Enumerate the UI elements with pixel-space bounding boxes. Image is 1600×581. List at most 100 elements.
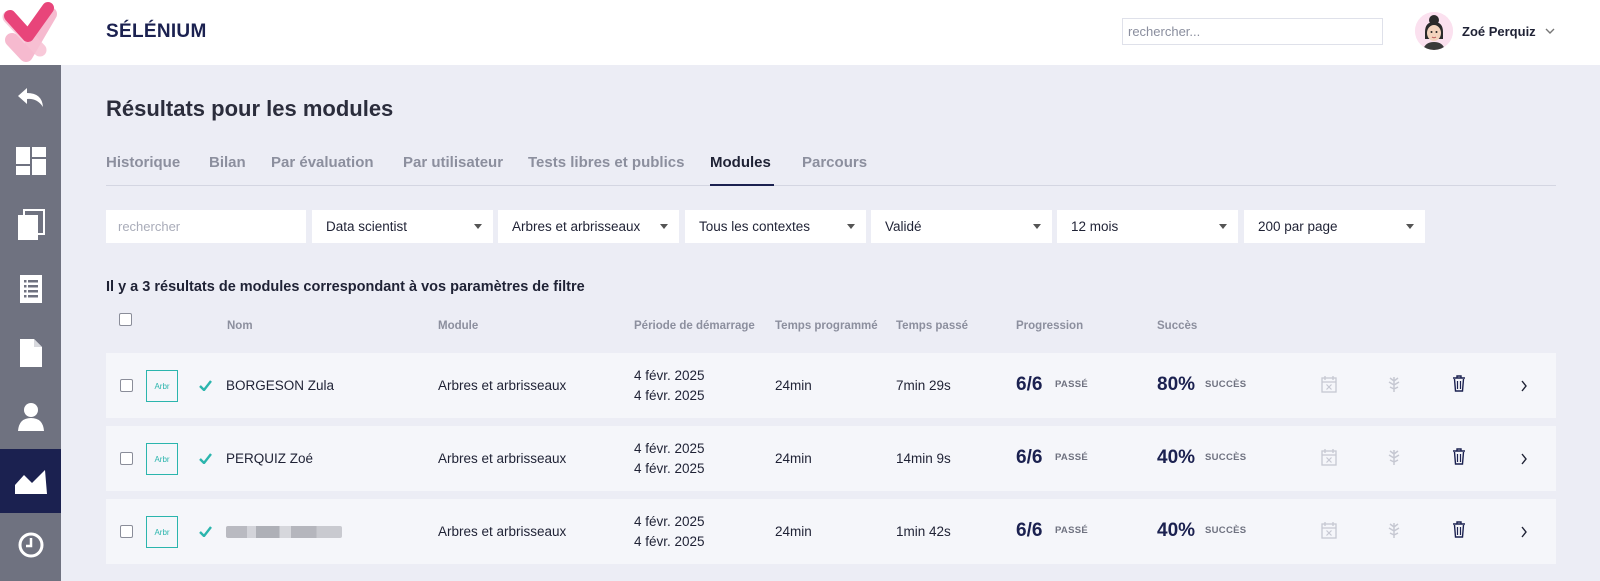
blurred-user-name[interactable] [226,526,342,538]
sidebar-item-history[interactable] [0,513,61,577]
sidebar-item-document[interactable] [0,321,61,385]
list-icon [19,275,42,303]
table-row[interactable]: Arbr PERQUIZ Zoé Arbres et arbrisseaux 4… [106,426,1556,491]
leaf-icon[interactable] [1387,521,1401,539]
progress-status: PASSÉ [1055,379,1089,390]
tab-parcours[interactable]: Parcours [802,151,867,186]
filter-context-select[interactable]: Tous les contextes [685,210,866,243]
select-value: Arbres et arbrisseaux [512,219,641,234]
app-name: SÉLÉNIUM [106,21,207,42]
calendar-x-icon[interactable] [1321,448,1337,466]
leaf-icon[interactable] [1387,448,1401,466]
end-date: 4 févr. 2025 [634,534,705,549]
sidebar-item-results[interactable] [0,449,61,513]
spent-time: 14min 9s [896,451,951,466]
tab-tests-libres[interactable]: Tests libres et publics [528,151,684,186]
progress-status: PASSÉ [1055,525,1089,536]
column-header-progress[interactable]: Progression [1016,320,1083,332]
avatar [1415,12,1453,50]
progress-value: 6/6 [1016,447,1043,468]
chart-icon [14,470,47,494]
global-search-input[interactable] [1122,18,1383,45]
chevron-right-icon[interactable] [1520,526,1528,538]
sidebar-item-list[interactable] [0,257,61,321]
page-title: Résultats pour les modules [106,96,394,121]
success-status: SUCCÈS [1205,379,1247,390]
sidebar-item-pages[interactable] [0,193,61,257]
tab-bilan[interactable]: Bilan [209,151,246,186]
column-header-name[interactable]: Nom [227,320,253,332]
caret-down-icon [1033,224,1041,229]
sidebar-item-dashboard[interactable] [0,129,61,193]
logo-icon [2,2,57,62]
row-checkbox[interactable] [120,452,133,465]
pages-icon [17,209,45,240]
check-icon [199,526,212,537]
user-menu[interactable]: Zoé Perquiz [1415,11,1556,51]
select-value: Data scientist [326,219,408,234]
spent-time: 7min 29s [896,378,951,393]
table-row[interactable]: Arbr Arbres et arbrisseaux 4 févr. 2025 … [106,499,1556,564]
tab-par-evaluation[interactable]: Par évaluation [271,151,374,186]
column-header-success[interactable]: Succès [1157,320,1197,332]
spent-time: 1min 42s [896,524,951,539]
trash-icon[interactable] [1452,448,1466,465]
filter-period-select[interactable]: 12 mois [1057,210,1238,243]
tab-bar: Historique Bilan Par évaluation Par util… [106,151,1556,186]
filter-job-select[interactable]: Data scientist [312,210,493,243]
filter-search-input[interactable] [106,210,306,243]
planned-time: 24min [775,378,812,393]
sidebar [0,65,61,581]
table-row[interactable]: Arbr BORGESON Zula Arbres et arbrisseaux… [106,353,1556,418]
end-date: 4 févr. 2025 [634,461,705,476]
tab-modules[interactable]: Modules [710,151,774,186]
user-name: Zoé Perquiz [1462,23,1536,39]
user-name-cell[interactable]: BORGESON Zula [226,378,334,393]
calendar-x-icon[interactable] [1321,521,1337,539]
trash-icon[interactable] [1452,521,1466,538]
select-all-checkbox[interactable] [119,313,132,326]
success-value: 80% [1157,374,1196,395]
chevron-down-icon [1545,28,1555,34]
module-cell: Arbres et arbrisseaux [438,524,567,539]
planned-time: 24min [775,524,812,539]
success-value: 40% [1157,447,1196,468]
user-icon [17,403,44,431]
filter-page-size-select[interactable]: 200 par page [1244,210,1425,243]
user-name-cell[interactable]: PERQUIZ Zoé [226,451,313,466]
success-value: 40% [1157,520,1196,541]
tab-par-utilisateur[interactable]: Par utilisateur [403,151,503,186]
logo[interactable] [0,0,61,65]
column-header-module[interactable]: Module [438,320,478,332]
select-value: 12 mois [1071,219,1119,234]
caret-down-icon [1406,224,1414,229]
column-header-spent-time[interactable]: Temps passé [896,320,968,332]
chevron-right-icon[interactable] [1520,380,1528,392]
calendar-x-icon[interactable] [1321,375,1337,393]
sidebar-item-back[interactable] [0,65,61,129]
clock-icon [18,532,43,558]
column-header-planned-time[interactable]: Temps programmé [775,320,878,332]
chevron-right-icon[interactable] [1520,453,1528,465]
progress-status: PASSÉ [1055,452,1089,463]
column-header-period[interactable]: Période de démarrage [634,320,755,332]
select-value: 200 par page [1258,219,1338,234]
sidebar-item-users[interactable] [0,385,61,449]
avatar-illustration [1415,12,1453,50]
caret-down-icon [660,224,668,229]
filter-status-select[interactable]: Validé [871,210,1052,243]
check-icon [199,453,212,464]
back-arrow-icon [17,88,43,107]
filter-module-select[interactable]: Arbres et arbrisseaux [498,210,679,243]
row-checkbox[interactable] [120,525,133,538]
row-checkbox[interactable] [120,379,133,392]
start-date: 4 févr. 2025 [634,514,705,529]
caret-down-icon [474,224,482,229]
module-thumbnail: Arbr [146,516,178,548]
caret-down-icon [1219,224,1227,229]
top-header: SÉLÉNIUM Zoé Perquiz [0,0,1600,65]
tab-historique[interactable]: Historique [106,151,180,186]
dashboard-icon [15,147,46,175]
leaf-icon[interactable] [1387,375,1401,393]
trash-icon[interactable] [1452,375,1466,392]
